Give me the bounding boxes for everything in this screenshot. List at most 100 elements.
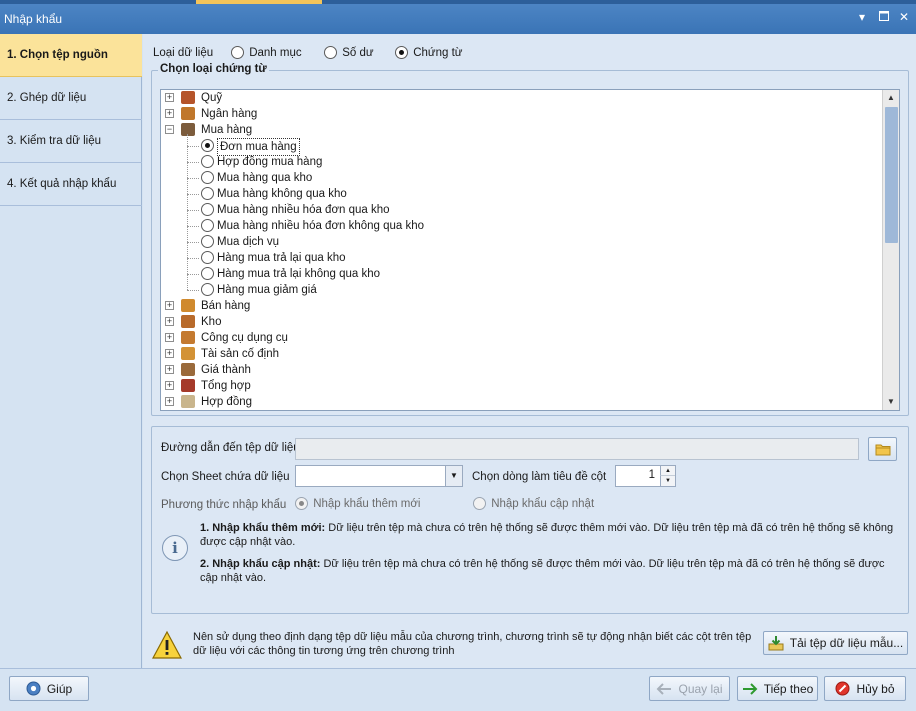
tree-child-mua-hang-nhieu-hoa-don-qua-kho[interactable]: Mua hàng nhiều hóa đơn qua kho <box>161 202 881 218</box>
sheet-select[interactable]: ▼ <box>295 465 463 487</box>
scroll-thumb[interactable] <box>885 107 898 243</box>
tree-node-label: Giá thành <box>201 364 251 376</box>
expand-icon[interactable]: + <box>165 301 174 310</box>
maximize-icon[interactable] <box>876 9 892 25</box>
warning-icon <box>151 630 183 659</box>
expand-icon[interactable]: + <box>165 317 174 326</box>
expand-icon[interactable]: + <box>165 365 174 374</box>
radio-import-update[interactable]: Nhập khẩu cập nhật <box>473 497 594 510</box>
tree-node-gia-thanh[interactable]: + Giá thành <box>161 362 881 378</box>
tree-node-label: Mua hàng <box>201 124 253 136</box>
step-choose-source[interactable]: 1. Chọn tệp nguồn <box>0 34 142 77</box>
radio-chung-tu[interactable]: Chứng từ <box>395 46 462 59</box>
tree-connector <box>187 290 199 291</box>
tree-child-mua-dich-vu[interactable]: Mua dịch vụ <box>161 234 881 250</box>
expand-icon[interactable]: + <box>165 381 174 390</box>
tree-node-label: Công cụ dụng cụ <box>201 332 288 344</box>
file-path-input[interactable] <box>295 438 859 460</box>
tree-child-label: Mua hàng nhiều hóa đơn không qua kho <box>217 220 425 232</box>
tree-node-ngan-hang[interactable]: + Ngân hàng <box>161 106 881 122</box>
expand-icon[interactable]: + <box>165 397 174 406</box>
tree-child-mua-hang-khong-qua-kho[interactable]: Mua hàng không qua kho <box>161 186 881 202</box>
tree-child-hang-mua-giam-gia[interactable]: Hàng mua giảm giá <box>161 282 881 298</box>
tree-node-mua-hang[interactable]: − Mua hàng <box>161 122 881 138</box>
cancel-label: Hủy bỏ <box>856 681 895 696</box>
download-template-label: Tải tệp dữ liệu mẫu... <box>789 636 904 650</box>
back-button[interactable]: Quay lại <box>649 676 730 701</box>
radio-circle[interactable] <box>201 235 214 248</box>
step-map-data[interactable]: 2. Ghép dữ liệu <box>0 77 142 120</box>
tree-node-ban-hang[interactable]: + Bán hàng <box>161 298 881 314</box>
help-button[interactable]: Giúp <box>9 676 89 701</box>
next-label: Tiếp theo <box>763 681 814 696</box>
tree-node-label: Tài sản cố định <box>201 348 279 360</box>
tree-node-hop-dong[interactable]: + Hợp đồng <box>161 394 881 410</box>
tree-child-hang-mua-tra-lai-khong-qua-kho[interactable]: Hàng mua trả lại không qua kho <box>161 266 881 282</box>
ban-hang-icon <box>181 299 195 312</box>
help-label: Giúp <box>46 681 73 696</box>
tree-guide-line <box>187 134 188 290</box>
next-button[interactable]: Tiếp theo <box>737 676 818 701</box>
step-import-result[interactable]: 4. Kết quả nhập khẩu <box>0 163 142 206</box>
expand-icon[interactable]: + <box>165 109 174 118</box>
tree-child-mua-hang-nhieu-hoa-don-khong-qua-kho[interactable]: Mua hàng nhiều hóa đơn không qua kho <box>161 218 881 234</box>
radio-import-new[interactable]: Nhập khẩu thêm mới <box>295 497 420 510</box>
back-label: Quay lại <box>678 681 723 696</box>
tree-child-label: Mua hàng qua kho <box>217 172 313 184</box>
radio-circle[interactable] <box>201 251 214 264</box>
tree-node-tong-hop[interactable]: + Tổng hợp <box>161 378 881 394</box>
radio-circle[interactable] <box>201 139 214 152</box>
radio-circle[interactable] <box>231 46 244 59</box>
tree-node-label: Bán hàng <box>201 300 251 312</box>
menu-icon[interactable]: ▾ <box>854 9 870 25</box>
step-check-data[interactable]: 3. Kiểm tra dữ liệu <box>0 120 142 163</box>
cancel-icon <box>835 681 850 696</box>
tree-node-label: Hợp đồng <box>201 396 253 408</box>
radio-circle[interactable] <box>201 203 214 216</box>
stepper-up-icon[interactable]: ▲ <box>660 466 675 476</box>
tree-node-cong-cu-dung-cu[interactable]: + Công cụ dụng cụ <box>161 330 881 346</box>
radio-circle[interactable] <box>201 187 214 200</box>
collapse-icon[interactable]: − <box>165 125 174 134</box>
browse-folder-button[interactable] <box>868 437 897 461</box>
close-icon[interactable]: ✕ <box>896 9 912 25</box>
tai-san-co-dinh-icon <box>181 347 195 360</box>
expand-icon[interactable]: + <box>165 349 174 358</box>
radio-circle[interactable] <box>324 46 337 59</box>
radio-circle[interactable] <box>201 267 214 280</box>
tree-scrollbar[interactable]: ▲ ▼ <box>882 90 899 410</box>
tree-node-quy[interactable]: + Quỹ <box>161 90 881 106</box>
radio-circle[interactable] <box>395 46 408 59</box>
voucher-type-group: Chọn loại chứng từ ▲ ▼ + Quỹ + Ngân hàng − Mu… <box>151 63 909 416</box>
scroll-up-icon[interactable]: ▲ <box>883 90 899 106</box>
scroll-down-icon[interactable]: ▼ <box>883 394 899 410</box>
radio-circle[interactable] <box>201 155 214 168</box>
radio-circle[interactable] <box>201 219 214 232</box>
tree-child-hop-dong-mua-hang[interactable]: Hợp đồng mua hàng <box>161 154 881 170</box>
data-type-label: Loại dữ liệu <box>153 47 214 59</box>
kho-icon <box>181 315 195 328</box>
stepper-down-icon[interactable]: ▼ <box>660 476 675 486</box>
expand-icon[interactable]: + <box>165 93 174 102</box>
radio-circle[interactable] <box>473 497 486 510</box>
radio-circle[interactable] <box>201 171 214 184</box>
voucher-tree[interactable]: ▲ ▼ + Quỹ + Ngân hàng − Mua hàng Đơn mua hàng H… <box>160 89 900 411</box>
tree-child-mua-hang-qua-kho[interactable]: Mua hàng qua kho <box>161 170 881 186</box>
radio-circle[interactable] <box>201 283 214 296</box>
cancel-button[interactable]: Hủy bỏ <box>824 676 906 701</box>
radio-so-du[interactable]: Số dư <box>324 46 374 59</box>
download-template-button[interactable]: Tải tệp dữ liệu mẫu... <box>763 631 908 655</box>
tree-connector <box>187 178 199 179</box>
tree-connector <box>187 162 199 163</box>
header-row-stepper[interactable]: 1 ▲ ▼ <box>615 465 676 487</box>
expand-icon[interactable]: + <box>165 333 174 342</box>
tree-child-hang-mua-tra-lai-qua-kho[interactable]: Hàng mua trả lại qua kho <box>161 250 881 266</box>
chevron-down-icon[interactable]: ▼ <box>445 466 462 486</box>
radio-danh-muc[interactable]: Danh mục <box>231 46 302 59</box>
tree-node-tai-san-co-dinh[interactable]: + Tài sản cố định <box>161 346 881 362</box>
tree-child-don-mua-hang[interactable]: Đơn mua hàng <box>161 138 881 156</box>
tree-node-kho[interactable]: + Kho <box>161 314 881 330</box>
radio-label: Chứng từ <box>413 46 463 59</box>
radio-circle[interactable] <box>295 497 308 510</box>
main-content: Loại dữ liệu Danh mục Số dư Chứng từ Chọ… <box>143 34 916 668</box>
